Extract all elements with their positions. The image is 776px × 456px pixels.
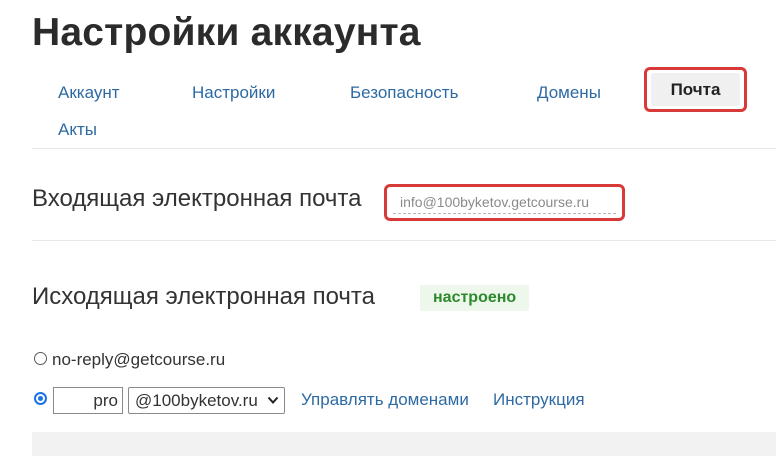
email-prefix-input[interactable] [53,387,123,414]
domain-select[interactable]: @100byketov.ru [128,387,285,414]
radio-noreply-label[interactable]: no-reply@getcourse.ru [52,350,225,370]
tab-domains[interactable]: Домены [537,83,601,103]
instructions-link[interactable]: Инструкция [493,390,585,410]
divider [32,240,776,241]
radio-noreply[interactable] [34,352,47,365]
outgoing-mail-title: Исходящая электронная почта [32,283,375,310]
divider [32,148,776,149]
domain-select-value: @100byketov.ru [135,390,258,410]
manage-domains-link[interactable]: Управлять доменами [301,390,469,410]
tab-account[interactable]: Аккаунт [58,83,120,103]
incoming-mail-title: Входящая электронная почта [32,185,362,212]
tab-acts[interactable]: Акты [58,120,97,140]
chevron-down-icon [267,396,279,404]
incoming-mail-underline [393,213,616,214]
tab-settings[interactable]: Настройки [192,83,275,103]
status-badge: настроено [420,285,530,311]
settings-panel [32,432,776,456]
tab-security[interactable]: Безопасность [350,83,458,103]
incoming-mail-address[interactable]: info@100byketov.getcourse.ru [400,194,589,210]
tab-mail[interactable]: Почта [651,73,740,106]
radio-custom-address[interactable] [34,392,47,405]
page-title: Настройки аккаунта [32,11,421,54]
